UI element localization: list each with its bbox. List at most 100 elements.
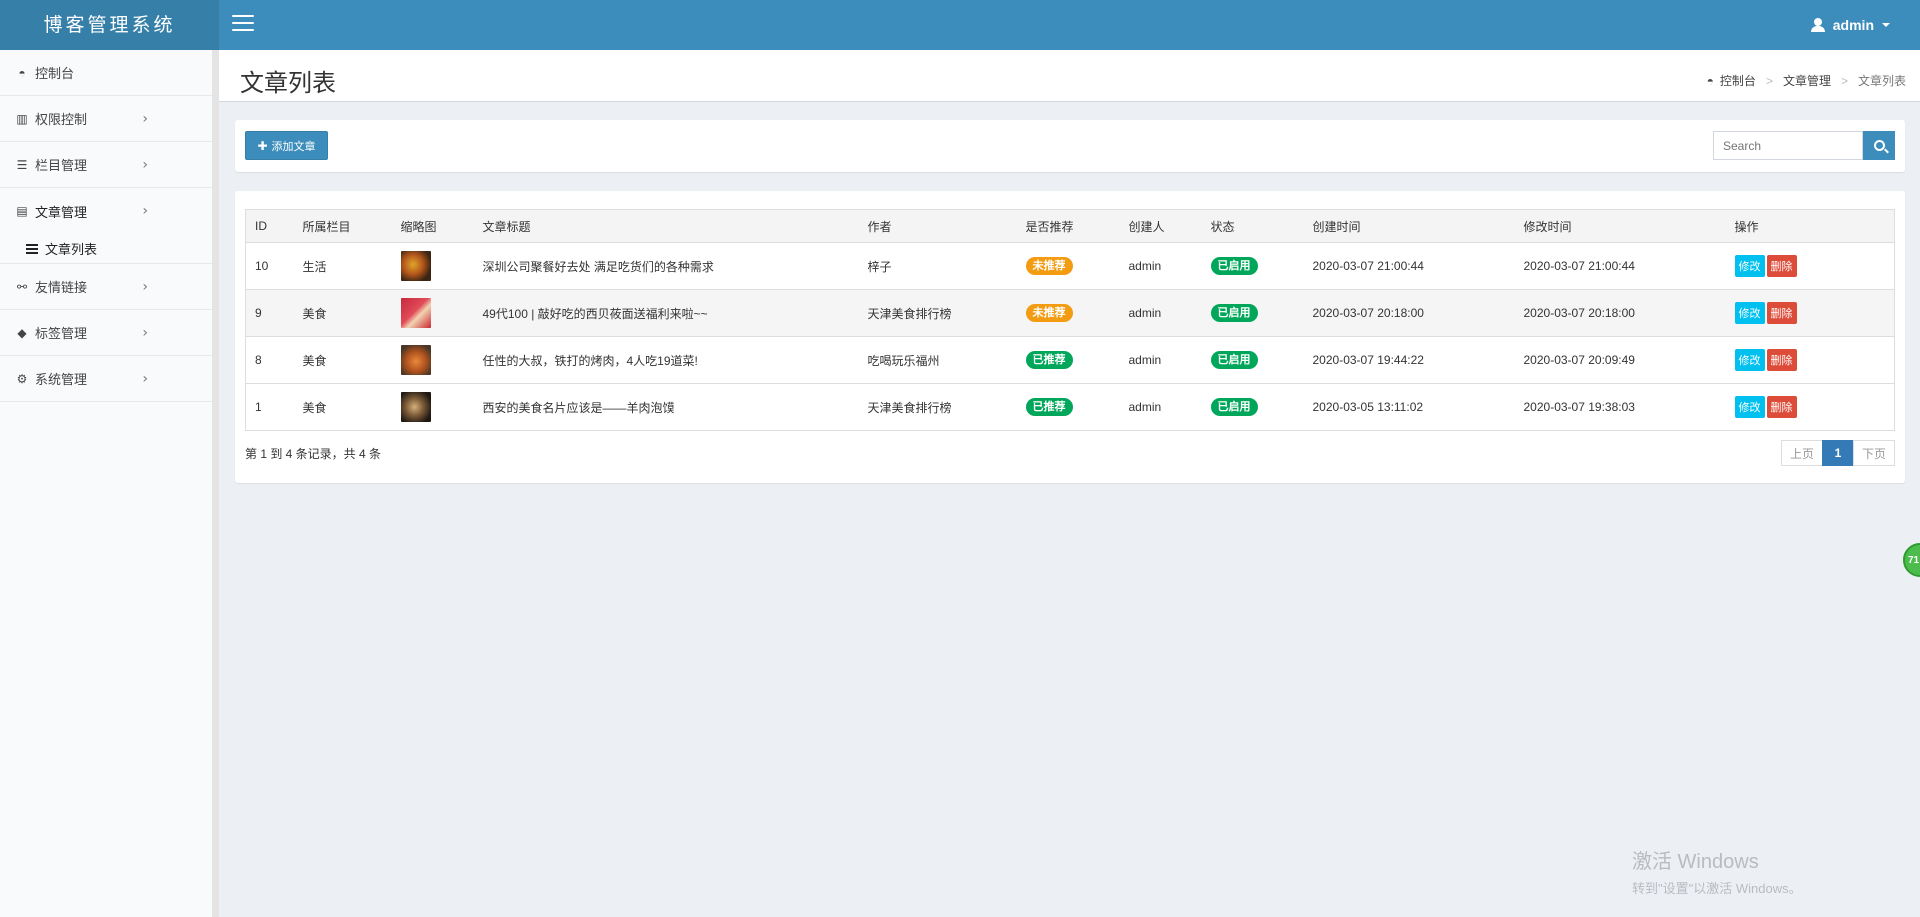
cell-modified: 2020-03-07 21:00:44 xyxy=(1514,242,1726,290)
recommend-badge: 未推荐 xyxy=(1025,257,1073,275)
recommend-badge: 已推荐 xyxy=(1025,351,1073,369)
cell-recommend: 未推荐 xyxy=(1016,289,1120,337)
chevron-right-icon: › xyxy=(142,111,148,127)
article-table-box: ID 所属栏目 缩略图 文章标题 作者 是否推荐 创建人 状态 创建时间 修改时… xyxy=(235,191,1905,483)
cell-recommend: 已推荐 xyxy=(1016,336,1120,384)
thumbnail-image[interactable] xyxy=(400,392,431,422)
link-icon: ⚯ xyxy=(16,279,28,294)
cell-status: 已启用 xyxy=(1201,289,1304,337)
delete-button[interactable]: 删除 xyxy=(1766,302,1797,324)
column-header[interactable]: 修改时间 xyxy=(1514,209,1726,243)
sidebar-item-system[interactable]: ⚙ 系统管理 › xyxy=(0,356,218,402)
cell-creator: admin xyxy=(1119,383,1202,431)
status-badge: 已启用 xyxy=(1210,351,1258,369)
chevron-right-icon: › xyxy=(142,203,148,219)
sidebar-subitem-label: 文章列表 xyxy=(45,242,98,257)
table-row: 8 美食 任性的大叔，铁打的烤肉，4人吃19道菜! 吃喝玩乐福州 已推荐 adm… xyxy=(245,336,1895,384)
edit-button[interactable]: 修改 xyxy=(1734,349,1765,371)
column-header[interactable]: 创建时间 xyxy=(1303,209,1515,243)
table-row: 9 美食 49代100 | 敲好吃的西贝莜面送福利来啦~~ 天津美食排行榜 未推… xyxy=(245,289,1895,337)
watermark-subtitle: 转到"设置"以激活 Windows。 xyxy=(1632,881,1802,896)
cell-actions: 修改 删除 xyxy=(1725,242,1895,290)
delete-button[interactable]: 删除 xyxy=(1766,255,1797,277)
delete-button[interactable]: 删除 xyxy=(1766,396,1797,418)
cell-thumbnail xyxy=(391,242,474,290)
status-badge: 已启用 xyxy=(1210,257,1258,275)
toolbar-box: ✚ 添加文章 xyxy=(235,120,1905,172)
sidebar-item-permissions[interactable]: ▥ 权限控制 › xyxy=(0,96,218,142)
edit-button[interactable]: 修改 xyxy=(1734,302,1765,324)
cell-author: 吃喝玩乐福州 xyxy=(858,336,1017,384)
column-header: 操作 xyxy=(1725,209,1895,243)
prev-page-button[interactable]: 上页 xyxy=(1780,440,1823,466)
sidebar-item-label: 文章管理 xyxy=(35,204,88,220)
edit-button[interactable]: 修改 xyxy=(1734,255,1765,277)
sidebar-subitem-article-list[interactable]: 文章列表 xyxy=(0,234,218,264)
dashboard-icon: ◓ xyxy=(1706,73,1714,88)
edit-button[interactable]: 修改 xyxy=(1734,396,1765,418)
sidebar-item-columns[interactable]: ☰ 栏目管理 › xyxy=(0,142,218,188)
delete-button[interactable]: 删除 xyxy=(1766,349,1797,371)
top-navbar: 博客管理系统 admin xyxy=(0,0,1920,50)
content-header: 文章列表 ◓ 控制台 > 文章管理 > 文章列表 xyxy=(219,50,1920,102)
chevron-right-icon: › xyxy=(142,371,148,387)
cell-title: 深圳公司聚餐好去处 满足吃货们的各种需求 xyxy=(473,242,859,290)
search-input[interactable] xyxy=(1713,131,1863,160)
sidebar-item-label: 权限控制 xyxy=(35,112,88,127)
caret-down-icon xyxy=(1882,23,1890,27)
column-header[interactable]: ID xyxy=(245,209,294,243)
bar-chart-icon: ▥ xyxy=(16,111,28,126)
search-icon xyxy=(1873,140,1885,151)
cell-author: 天津美食排行榜 xyxy=(858,383,1017,431)
cell-title: 西安的美食名片应该是——羊肉泡馍 xyxy=(473,383,859,431)
cell-created: 2020-03-05 13:11:02 xyxy=(1303,383,1515,431)
sidebar-item-links[interactable]: ⚯ 友情链接 › xyxy=(0,264,218,310)
column-header[interactable]: 所属栏目 xyxy=(293,209,392,243)
cell-category: 美食 xyxy=(293,336,392,384)
sidebar-item-dashboard[interactable]: ◓ 控制台 xyxy=(0,50,218,96)
page-title: 文章列表 xyxy=(240,70,336,97)
user-name: admin xyxy=(1832,17,1874,33)
add-article-button[interactable]: ✚ 添加文章 xyxy=(245,131,328,160)
chevron-right-icon: › xyxy=(142,325,148,341)
column-header[interactable]: 创建人 xyxy=(1119,209,1202,243)
add-article-label: 添加文章 xyxy=(271,140,316,153)
cell-id: 9 xyxy=(245,289,294,337)
column-header[interactable]: 缩略图 xyxy=(391,209,474,243)
breadcrumb-section[interactable]: 文章管理 xyxy=(1783,72,1831,89)
search-button[interactable] xyxy=(1863,131,1895,160)
cell-creator: admin xyxy=(1119,242,1202,290)
cell-id: 10 xyxy=(245,242,294,290)
column-header[interactable]: 是否推荐 xyxy=(1016,209,1120,243)
app-logo[interactable]: 博客管理系统 xyxy=(0,0,219,50)
page-button-current[interactable]: 1 xyxy=(1821,440,1854,466)
cell-title: 49代100 | 敲好吃的西贝莜面送福利来啦~~ xyxy=(473,289,859,337)
pagination-summary: 第 1 到 4 条记录，共 4 条 xyxy=(245,447,382,461)
user-menu[interactable]: admin xyxy=(1810,0,1890,50)
sidebar: ◓ 控制台 ▥ 权限控制 › ☰ 栏目管理 › ▤ 文章管理 › 文章列表 ⚯ … xyxy=(0,50,219,917)
column-header[interactable]: 文章标题 xyxy=(473,209,859,243)
status-badge: 已启用 xyxy=(1210,304,1258,322)
watermark-title: 激活 Windows xyxy=(1632,851,1759,873)
next-page-button[interactable]: 下页 xyxy=(1852,440,1895,466)
cell-id: 8 xyxy=(245,336,294,384)
thumbnail-image[interactable] xyxy=(400,251,431,281)
cell-creator: admin xyxy=(1119,336,1202,384)
column-header[interactable]: 作者 xyxy=(858,209,1017,243)
sidebar-item-tags[interactable]: ◆ 标签管理 › xyxy=(0,310,218,356)
sidebar-scrollbar[interactable] xyxy=(212,50,219,917)
thumbnail-image[interactable] xyxy=(400,298,431,328)
column-header[interactable]: 状态 xyxy=(1201,209,1304,243)
menu-toggle-icon[interactable] xyxy=(232,15,254,35)
cell-creator: admin xyxy=(1119,289,1202,337)
sidebar-item-label: 友情链接 xyxy=(35,280,88,295)
table-row: 10 生活 深圳公司聚餐好去处 满足吃货们的各种需求 梓子 未推荐 admin … xyxy=(245,242,1895,290)
sidebar-item-articles[interactable]: ▤ 文章管理 › xyxy=(0,188,218,234)
cell-recommend: 未推荐 xyxy=(1016,242,1120,290)
breadcrumb: ◓ 控制台 > 文章管理 > 文章列表 xyxy=(1707,72,1906,89)
breadcrumb-home[interactable]: 控制台 xyxy=(1720,72,1756,89)
thumbnail-image[interactable] xyxy=(400,345,431,375)
floating-widget[interactable]: 71 xyxy=(1903,543,1920,577)
cell-author: 天津美食排行榜 xyxy=(858,289,1017,337)
pagination: 上页 1 下页 xyxy=(1780,440,1895,466)
